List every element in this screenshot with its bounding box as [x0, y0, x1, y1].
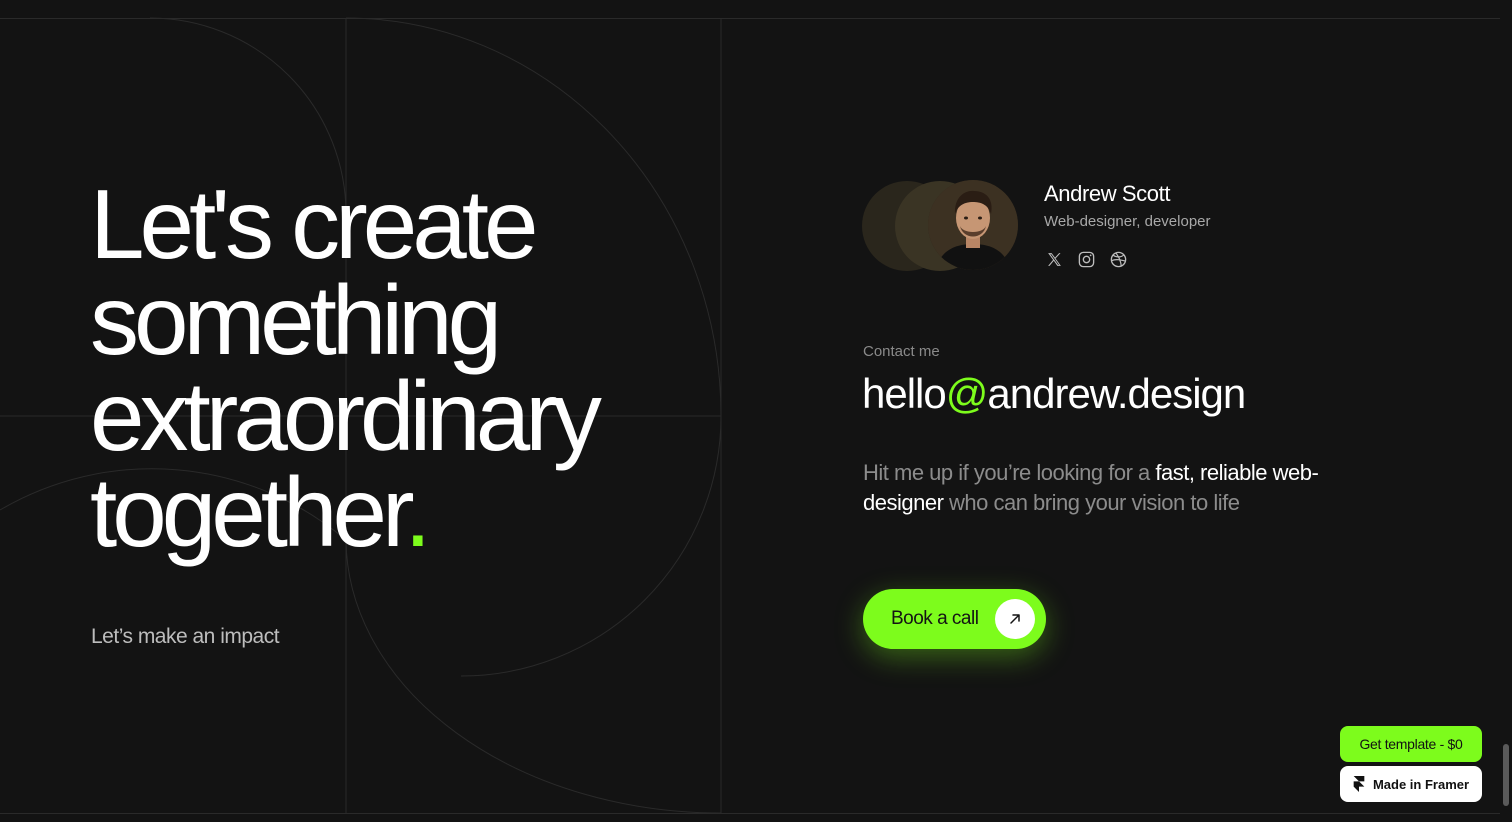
hero-subline: Let’s make an impact	[91, 625, 280, 648]
email-at-sign: @	[945, 370, 989, 417]
profile-role: Web-designer, developer	[1044, 213, 1211, 230]
profile-name: Andrew Scott	[1044, 181, 1171, 206]
get-template-button[interactable]: Get template - $0	[1340, 726, 1482, 762]
headline-accent-period: .	[404, 457, 431, 567]
cta-icon-circle	[995, 599, 1035, 639]
instagram-icon	[1078, 251, 1094, 267]
contact-label: Contact me	[863, 343, 940, 360]
book-a-call-label: Book a call	[891, 608, 979, 629]
page: Let's create something extraordinary tog…	[0, 0, 1512, 822]
headline-line-4: together.	[90, 463, 597, 561]
email-link[interactable]: hello@andrew.design	[862, 370, 1246, 418]
headline-line-4-text: together	[90, 457, 409, 567]
hero-headline: Let's create something extraordinary tog…	[90, 169, 602, 561]
avatar	[928, 180, 1018, 270]
social-links	[1044, 249, 1128, 269]
instagram-link[interactable]	[1076, 249, 1096, 269]
email-user: hello	[862, 370, 947, 417]
made-in-framer-label: Made in Framer	[1372, 776, 1470, 792]
x-icon	[1047, 252, 1061, 266]
arrow-up-right-icon	[1010, 614, 1020, 624]
headline-line-2: something	[90, 265, 502, 375]
avatar-portrait	[928, 180, 1018, 270]
scrollbar-thumb[interactable]	[1503, 744, 1509, 806]
top-divider	[0, 18, 1500, 19]
dribbble-link[interactable]	[1108, 249, 1128, 269]
headline-line-1: Let's create	[90, 169, 539, 279]
pitch-part-2: who can bring your vision to life	[943, 490, 1240, 515]
bottom-divider	[0, 813, 1500, 814]
x-link[interactable]	[1044, 249, 1064, 269]
pitch-part-1: Hit me up if you’re looking for a	[863, 460, 1156, 485]
book-a-call-button[interactable]: Book a call	[863, 589, 1046, 649]
pitch-text: Hit me up if you’re looking for a fast, …	[863, 458, 1323, 518]
dribbble-icon	[1110, 251, 1126, 267]
headline-line-3: extraordinary	[90, 361, 602, 471]
framer-logo-icon	[1353, 776, 1365, 792]
made-in-framer-badge[interactable]: Made in Framer	[1340, 766, 1482, 802]
email-domain: andrew.design	[987, 370, 1246, 417]
